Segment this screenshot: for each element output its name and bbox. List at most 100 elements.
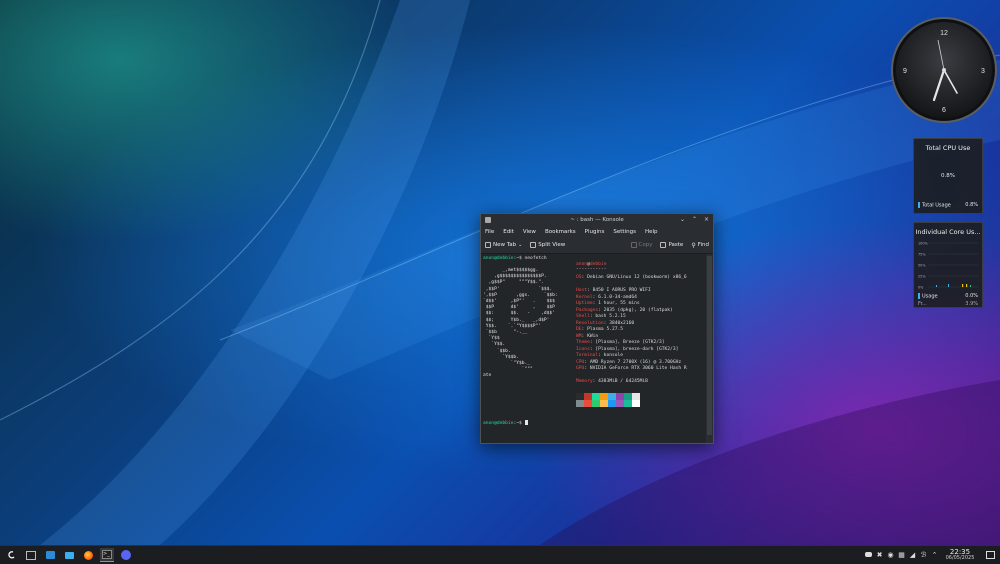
copy-icon [630,242,637,248]
info-value: : 4383MiB / 64245MiB [592,379,648,384]
menu-settings[interactable]: Settings [613,229,636,235]
analog-clock-widget[interactable]: 12 3 6 9 [890,16,998,124]
cutoff-label: Fr... [918,301,927,307]
wrapped-text: ate [483,373,492,378]
info-key: Memory [576,379,593,384]
expand-tray-icon[interactable]: ⌃ [929,551,940,559]
widget-title: Total CPU Use [925,144,971,152]
split-view-button[interactable]: Split View [530,242,565,248]
info-row: Packages: 2035 (dpkg), 20 (flatpak) [576,308,673,313]
tools-icon[interactable]: ✖ [874,551,885,559]
discord-icon[interactable] [119,548,133,562]
digital-clock[interactable]: 22:35 06/05/2025 [940,549,980,562]
info-value: : 3840x2160 [603,320,635,326]
color-swatch [632,400,640,407]
info-key: Resolution [576,320,604,326]
info-row: WM: KWin [576,334,598,339]
terminal-scrollbar[interactable] [706,254,713,443]
copy-button[interactable]: Copy [630,242,653,249]
clipboard-icon[interactable]: ▦ [896,551,907,559]
main-toolbar: New Tab ⌄ Split View Copy Paste ⚲ Find [481,237,713,254]
terminal-area[interactable]: anon@debbie:~$ neofetch _,met$$$$$gg. ,g… [481,254,706,443]
info-value: : [Plasma], breeze-dark [GTK2/3] [589,346,679,352]
scrollbar-thumb[interactable] [707,256,712,435]
info-key: Uptime [576,301,593,306]
info-row: DE: Plasma 5.27.5 [576,327,623,332]
info-row: Shell: bash 5.2.15 [576,314,626,319]
maximize-icon[interactable]: ⌃ [691,216,698,223]
network-icon[interactable]: ◉ [885,551,896,559]
system-settings-icon[interactable] [24,548,38,562]
color-palette-bottom [576,400,640,407]
cpu-cores-usage-row: Usage 0.0% [918,293,978,300]
taskbar: >_ ✖ ◉ ▦ ◢ ℬ ⌃ 22:35 06/05/2025 [0,545,1000,564]
clock-numeral: 3 [981,68,985,75]
clock-numeral: 6 [942,107,946,114]
new-tab-button[interactable]: New Tab ⌄ [485,242,522,248]
window-titlebar[interactable]: ~ : bash — Konsole ⌄ ⌃ × [481,214,713,226]
find-button[interactable]: ⚲ Find [691,242,709,249]
menu-plugins[interactable]: Plugins [585,229,605,235]
info-value: : Debian GNU/Linux 12 (bookworm) x86_6 [581,275,687,280]
clock-numeral: 9 [903,68,907,75]
cpu-cores-graph: 100% 75% 50% 25% 0% [918,242,978,290]
menu-bookmarks[interactable]: Bookmarks [545,229,576,235]
color-swatch [576,400,584,407]
axis-tick: 75% [918,253,926,257]
logo-line: `$$b "-.__ [483,330,528,335]
logo-line: `"Y$b._ [483,361,531,366]
menu-help[interactable]: Help [645,229,658,235]
logo-line: $$; Y$b._ _,d$P' [483,317,550,323]
close-icon[interactable]: × [703,216,710,223]
menu-edit[interactable]: Edit [503,229,514,235]
info-value: : Plasma 5.27.5 [581,327,624,332]
logo-line: $$P d$' , $$P [483,305,555,311]
konsole-icon[interactable]: >_ [100,548,114,562]
cutoff-value: 3.9% [965,301,978,307]
color-swatch [600,393,608,400]
firefox-icon[interactable] [81,548,95,562]
minimize-icon[interactable]: ⌄ [679,216,686,223]
legend-label: Total Usage [922,202,951,208]
color-swatch [584,400,592,407]
konsole-window[interactable]: ~ : bash — Konsole ⌄ ⌃ × File Edit View … [480,213,714,444]
search-icon: ⚲ [691,241,696,249]
paste-label: Paste [668,242,684,248]
menu-file[interactable]: File [485,229,494,235]
paste-button[interactable]: Paste [660,242,683,249]
widget-title: Individual Core Us... [915,228,981,236]
logo-line: $$: $$. - ,d$$' [483,311,555,317]
prompt-suffix: :~$ [513,256,525,261]
show-desktop-icon[interactable] [984,549,996,561]
info-value: : konsole [598,353,624,358]
prompt-user: anon@debbie [483,256,514,261]
info-value: : B450 I AORUS PRO WIFI [587,288,651,293]
chevron-down-icon[interactable]: ⌄ [518,242,522,248]
text-cursor [524,420,528,425]
menu-view[interactable]: View [523,229,536,235]
info-row: Icons: [Plasma], breeze-dark [GTK2/3] [576,347,678,352]
debian-swirl-icon[interactable] [5,548,19,562]
info-key: Theme [576,340,590,345]
info-value: : 2035 (dpkg), 20 (flatpak) [598,307,673,313]
info-key: Host [576,288,588,293]
menu-bar: File Edit View Bookmarks Plugins Setting… [481,226,713,237]
dolphin-folder-icon[interactable] [62,548,76,562]
discover-icon[interactable] [43,548,57,562]
clock-date: 06/05/2025 [945,555,975,561]
logo-line: ,$$P' `$$$. [483,286,553,292]
info-row: Uptime: 1 hour, 55 mins [576,301,640,306]
cpu-cores-widget[interactable]: Individual Core Us... 100% 75% 50% 25% 0… [913,222,983,308]
volume-icon[interactable]: ◢ [907,551,918,559]
active-prompt: anon@debbie:~$ [483,420,528,426]
info-row: CPU: AMD Ryzen 7 2700X (16) @ 3.700GHz [576,360,681,365]
usage-value: 0.0% [965,293,978,299]
discord-tray-icon[interactable] [863,551,874,559]
color-swatch [600,400,608,407]
logo-line: _,met$$$$$gg. [483,268,539,273]
copy-label: Copy [638,242,653,248]
cpu-total-widget[interactable]: Total CPU Use 0.8% Total Usage 0.8% [913,138,983,214]
clock-numeral: 12 [940,30,948,37]
bluetooth-icon[interactable]: ℬ [918,551,929,559]
logo-line: ,g$$$$$$$$$$$$$$$P. [483,274,547,280]
